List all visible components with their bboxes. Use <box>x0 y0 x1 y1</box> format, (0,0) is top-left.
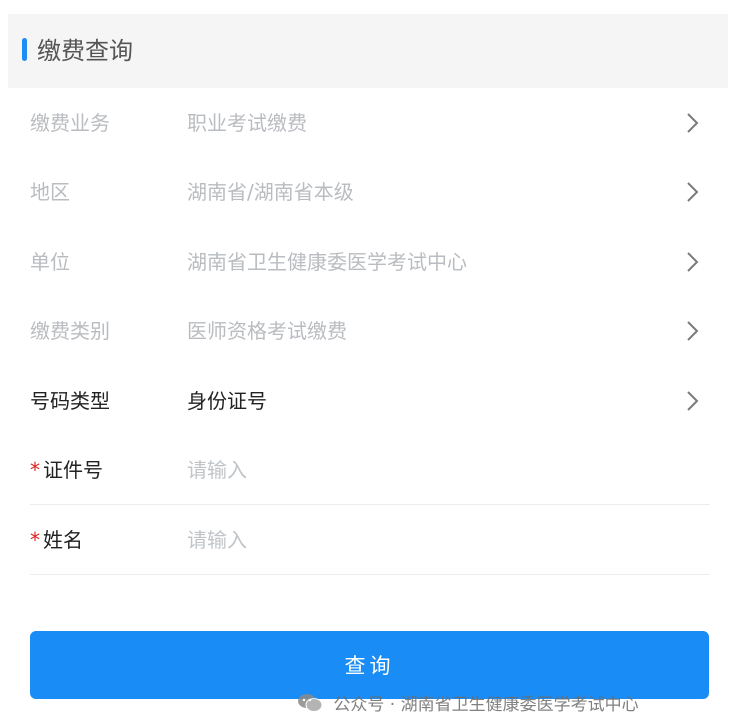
row-id-number: * 证件号 请输入 <box>30 435 710 505</box>
id-number-label: * 证件号 <box>30 458 103 482</box>
row-id-type[interactable]: 号码类型 身份证号 <box>30 366 710 436</box>
unit-value: 湖南省卫生健康委医学考试中心 <box>187 250 467 274</box>
watermark-text: 公众号 · 湖南省卫生健康委医学考试中心 <box>333 695 639 715</box>
chevron-right-icon <box>687 252 699 272</box>
payment-category-label: 缴费类别 <box>30 319 110 343</box>
payment-category-value: 医师资格考试缴费 <box>187 319 347 343</box>
region-label: 地区 <box>30 180 70 204</box>
required-mark: * <box>30 458 40 482</box>
chevron-right-icon <box>687 182 699 202</box>
row-name: * 姓名 请输入 <box>30 505 710 575</box>
chevron-right-icon <box>687 321 699 341</box>
name-label: * 姓名 <box>30 528 83 552</box>
query-button[interactable]: 查询 <box>30 631 709 699</box>
id-type-label: 号码类型 <box>30 389 110 413</box>
required-mark: * <box>30 528 40 552</box>
name-input[interactable]: 请输入 <box>187 505 247 575</box>
id-number-input[interactable]: 请输入 <box>187 435 247 505</box>
region-value: 湖南省/湖南省本级 <box>187 180 354 204</box>
accent-bar <box>22 38 27 61</box>
page-title: 缴费查询 <box>37 37 133 65</box>
row-unit[interactable]: 单位 湖南省卫生健康委医学考试中心 <box>30 227 710 297</box>
watermark: 公众号 · 湖南省卫生健康委医学考试中心 <box>296 690 639 718</box>
row-payment-business[interactable]: 缴费业务 职业考试缴费 <box>30 88 710 158</box>
row-payment-category[interactable]: 缴费类别 医师资格考试缴费 <box>30 296 710 366</box>
wechat-icon <box>298 693 323 712</box>
payment-business-label: 缴费业务 <box>30 111 110 135</box>
row-region[interactable]: 地区 湖南省/湖南省本级 <box>30 157 710 227</box>
section-header: 缴费查询 <box>8 14 728 88</box>
payment-business-value: 职业考试缴费 <box>187 111 307 135</box>
chevron-right-icon <box>687 113 699 133</box>
chevron-right-icon <box>687 391 699 411</box>
unit-label: 单位 <box>30 250 70 274</box>
id-type-value: 身份证号 <box>187 389 267 413</box>
